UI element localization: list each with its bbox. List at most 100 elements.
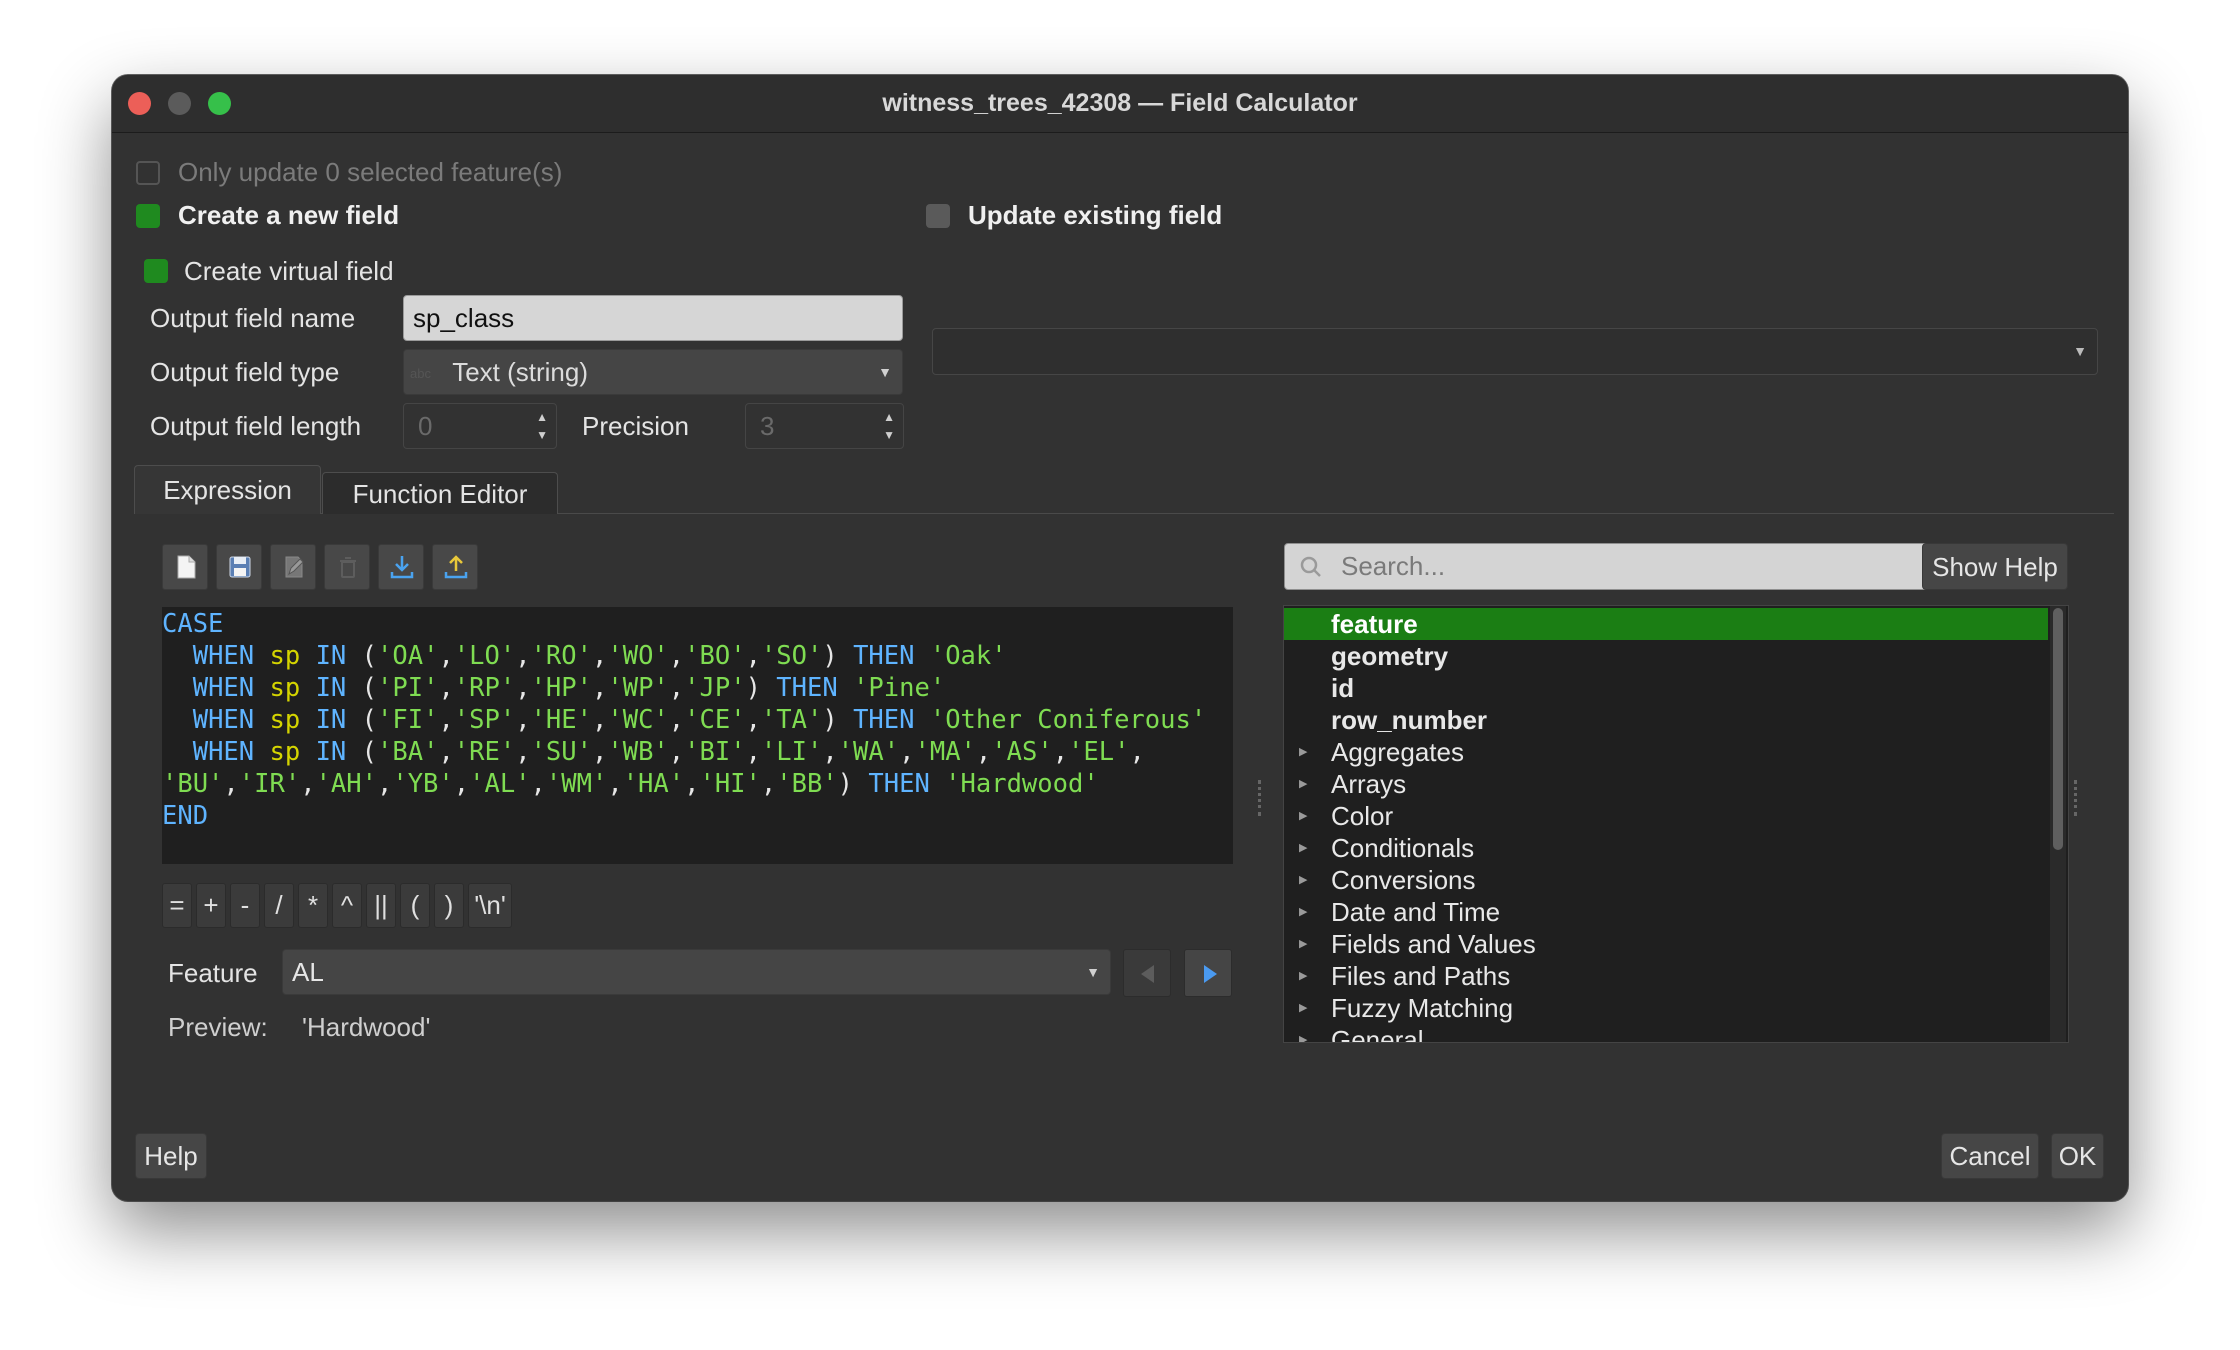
expand-arrow-icon[interactable]: ▶ [1299, 800, 1307, 832]
tree-item-color[interactable]: ▶ Color [1284, 800, 2048, 832]
only-update-selected-checkbox[interactable] [136, 161, 160, 185]
newline-operator-button[interactable]: '\n' [468, 883, 512, 928]
tree-item-arrays[interactable]: ▶ Arrays [1284, 768, 2048, 800]
expression-token: IN [315, 705, 347, 735]
expression-token: THEN [853, 641, 915, 671]
expand-arrow-icon[interactable]: ▶ [1299, 960, 1307, 992]
expression-token [300, 705, 315, 735]
help-button[interactable]: Help [135, 1133, 207, 1179]
tab-expression[interactable]: Expression [134, 465, 321, 514]
tree-item-label: Fields and Values [1331, 929, 1536, 959]
expression-token: ( [346, 641, 378, 671]
function-tree[interactable]: feature geometry id row_number ▶ Aggregates ▶ A… [1283, 605, 2069, 1043]
previous-feature-button[interactable] [1123, 949, 1171, 997]
expression-token: 'LO' [453, 641, 516, 671]
open-paren-button[interactable]: ( [400, 883, 430, 928]
expression-editor[interactable]: CASE WHEN sp IN ('OA','LO','RO','WO','BO… [162, 607, 1233, 864]
save-icon [229, 556, 251, 578]
output-field-type-combo[interactable]: abc Text (string) ▼ [403, 349, 903, 395]
plus-operator-button[interactable]: + [196, 883, 226, 928]
new-file-icon [177, 555, 196, 579]
expression-token: , [668, 705, 685, 735]
delete-expression-button[interactable] [324, 544, 370, 590]
import-expression-button[interactable] [378, 544, 424, 590]
edit-expression-button[interactable] [270, 544, 316, 590]
output-field-name-input[interactable]: sp_class [403, 295, 903, 341]
tree-item-label: Conversions [1331, 865, 1476, 895]
expand-arrow-icon[interactable]: ▶ [1299, 864, 1307, 896]
create-new-field-checkbox[interactable] [136, 204, 160, 228]
tree-scrollbar-thumb[interactable] [2053, 608, 2063, 850]
tree-item-geometry[interactable]: geometry [1284, 640, 2048, 672]
tree-item-fuzzy-matching[interactable]: ▶ Fuzzy Matching [1284, 992, 2048, 1024]
expression-token: WHEN [192, 737, 255, 767]
precision-spinbox[interactable]: 3 ▲ ▼ [745, 403, 904, 449]
expression-token: 'WO' [607, 641, 669, 671]
tree-item-label: Color [1331, 801, 1394, 831]
tree-item-general[interactable]: ▶ General [1284, 1024, 2048, 1043]
edit-icon [285, 556, 304, 578]
existing-field-combo[interactable]: ▼ [932, 328, 2098, 375]
tree-item-id[interactable]: id [1284, 672, 2048, 704]
expression-token: ) [837, 769, 869, 799]
expression-token: 'Oak' [929, 641, 1007, 671]
spin-arrows-icon: ▲ ▼ [536, 410, 548, 442]
tab-function-editor[interactable]: Function Editor [322, 472, 558, 514]
tree-item-feature[interactable]: feature [1284, 608, 2048, 640]
new-expression-button[interactable] [162, 544, 208, 590]
expand-arrow-icon[interactable]: ▶ [1299, 832, 1307, 864]
expand-arrow-icon[interactable]: ▶ [1299, 992, 1307, 1024]
next-feature-button[interactable] [1184, 949, 1232, 997]
concat-operator-button[interactable]: || [366, 883, 396, 928]
output-field-length-value: 0 [418, 411, 433, 441]
update-existing-field-checkbox[interactable] [926, 204, 950, 228]
splitter-handle[interactable] [1258, 780, 1265, 816]
expand-arrow-icon[interactable]: ▶ [1299, 768, 1307, 800]
cancel-button[interactable]: Cancel [1941, 1133, 2039, 1179]
expression-token: 'Other Coniferous' [929, 705, 1207, 735]
splitter-handle-right[interactable] [2074, 780, 2081, 816]
expand-arrow-icon[interactable]: ▶ [1299, 736, 1307, 768]
expression-token: WHEN [192, 641, 255, 671]
preview-value: 'Hardwood' [302, 1012, 431, 1042]
multiply-operator-button[interactable]: * [298, 883, 328, 928]
expand-arrow-icon[interactable]: ▶ [1299, 896, 1307, 928]
minus-operator-button[interactable]: - [230, 883, 260, 928]
expression-token: 'BA' [377, 737, 439, 767]
search-input[interactable]: Search... [1284, 543, 2020, 590]
output-field-length-spinbox[interactable]: 0 ▲ ▼ [403, 403, 557, 449]
expression-token: 'JP' [684, 673, 746, 703]
ok-button[interactable]: OK [2051, 1133, 2104, 1179]
tree-item-conversions[interactable]: ▶ Conversions [1284, 864, 2048, 896]
tree-item-fields-and-values[interactable]: ▶ Fields and Values [1284, 928, 2048, 960]
tree-item-conditionals[interactable]: ▶ Conditionals [1284, 832, 2048, 864]
show-help-button[interactable]: Show Help [1922, 543, 2068, 590]
expression-token: ) [822, 641, 854, 671]
create-virtual-field-checkbox[interactable] [144, 259, 168, 283]
expand-arrow-icon[interactable]: ▶ [1299, 1024, 1307, 1042]
power-operator-button[interactable]: ^ [332, 883, 362, 928]
expression-token [254, 737, 269, 767]
feature-combo[interactable]: AL ▼ [282, 949, 1111, 995]
tree-item-date-and-time[interactable]: ▶ Date and Time [1284, 896, 2048, 928]
tree-item-aggregates[interactable]: ▶ Aggregates [1284, 736, 2048, 768]
expression-token [162, 705, 193, 735]
divide-operator-button[interactable]: / [264, 883, 294, 928]
expression-token: ) [822, 705, 854, 735]
tree-item-label: General [1331, 1025, 1424, 1043]
expression-token [930, 769, 945, 799]
expression-token: 'TA' [760, 705, 823, 735]
close-paren-button[interactable]: ) [434, 883, 464, 928]
export-expression-button[interactable] [432, 544, 478, 590]
create-virtual-field-label: Create virtual field [184, 256, 394, 286]
tree-item-row-number[interactable]: row_number [1284, 704, 2048, 736]
expression-token [254, 705, 269, 735]
expression-token: 'SU' [530, 737, 592, 767]
tree-item-label: Files and Paths [1331, 961, 1511, 991]
expression-line: WHEN sp IN ('FI','SP','HE','WC','CE','TA… [162, 704, 1233, 736]
tree-item-files-and-paths[interactable]: ▶ Files and Paths [1284, 960, 2048, 992]
equals-operator-button[interactable]: = [162, 883, 192, 928]
expression-token: , [530, 769, 546, 799]
expand-arrow-icon[interactable]: ▶ [1299, 928, 1307, 960]
save-expression-button[interactable] [216, 544, 262, 590]
